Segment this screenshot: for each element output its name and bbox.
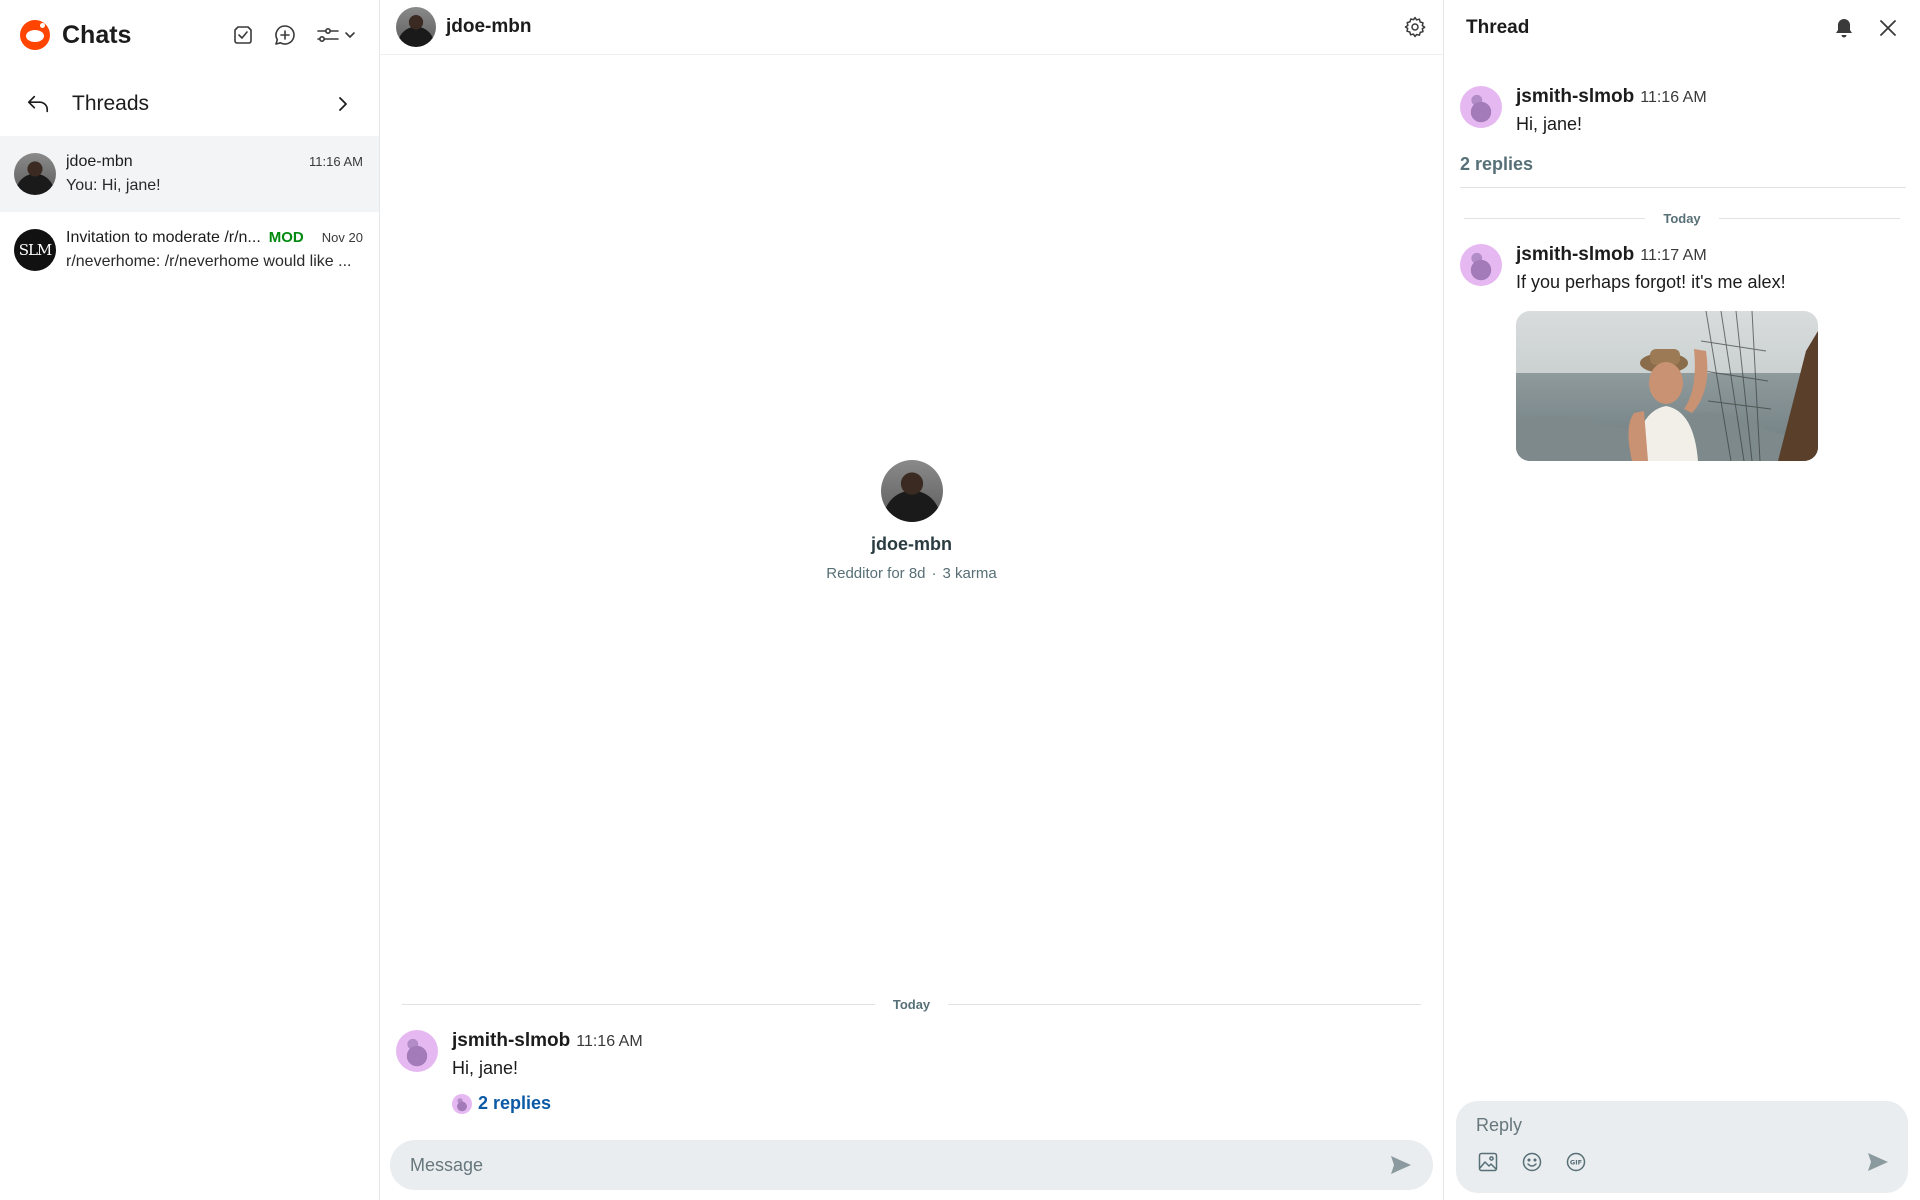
day-divider-label: Today [1663,211,1701,226]
thread-panel: Thread jsmith-slmob 11:16 AM Hi, jane! 2… [1444,0,1920,1200]
message-author[interactable]: jsmith-slmob [452,1030,570,1052]
conversation-header: jdoe-mbn [380,0,1443,55]
sidebar-header: Chats [0,0,379,70]
send-icon[interactable] [1866,1150,1890,1174]
replies-count: 2 replies [478,1093,552,1113]
mark-read-icon[interactable] [231,23,255,47]
profile-meta: Redditor for 8d · 3 karma [380,565,1443,582]
reply-input[interactable] [1476,1115,1890,1136]
chat-sidebar: Chats Threads jdoe-mbn 11:16 AM You: Hi,… [0,0,380,1200]
profile-name[interactable]: jdoe-mbn [380,534,1443,555]
message-author[interactable]: jsmith-slmob [1516,86,1634,108]
thread-reply-message[interactable]: jsmith-slmob 11:17 AM If you perhaps for… [1460,244,1818,461]
thread-title: Thread [1466,16,1530,38]
profile-karma: 3 karma [942,565,997,582]
message-text: Hi, jane! [1516,114,1583,134]
replies-link[interactable]: 2 replies [452,1093,643,1114]
message-input[interactable] [410,1154,1389,1176]
day-divider-label: Today [892,997,931,1012]
day-divider: Today [402,997,1422,1012]
message-author[interactable]: jsmith-slmob [1516,244,1634,266]
avatar[interactable] [396,1030,438,1072]
profile-age: Redditor for 8d [826,565,926,582]
avatar[interactable] [396,7,436,47]
avatar[interactable] [880,460,943,522]
reddit-logo-icon[interactable] [20,20,50,50]
message-time: 11:16 AM [576,1033,643,1050]
message-time: 11:16 AM [1640,89,1707,106]
chat-name: Invitation to moderate /r/n... [66,229,261,246]
message-text: If you perhaps forgot! it's me alex! [1516,272,1786,292]
conversation-panel: jdoe-mbn jdoe-mbn Redditor for 8d · 3 karm… [380,0,1444,1200]
gif-icon[interactable]: GIF [1564,1150,1588,1174]
chat-time: Nov 20 [321,230,363,245]
avatar[interactable] [1460,86,1502,128]
message-item[interactable]: jsmith-slmob 11:16 AM Hi, jane! 2 replie… [396,1030,643,1114]
chat-time: 11:16 AM [309,154,363,169]
chat-name: jdoe-mbn [66,153,133,170]
bell-icon[interactable] [1832,16,1856,40]
sidebar-title: Chats [62,20,132,49]
avatar: SLM [14,229,56,271]
send-icon[interactable] [1389,1153,1413,1177]
filter-icon[interactable] [315,23,359,47]
avatar[interactable] [1460,244,1502,286]
close-icon[interactable] [1876,16,1900,40]
chat-list-item[interactable]: SLM Invitation to moderate /r/n... MOD N… [0,212,379,288]
avatar [14,153,56,195]
message-time: 11:17 AM [1640,247,1707,264]
threads-label: Threads [72,92,150,115]
chat-list-item[interactable]: jdoe-mbn 11:16 AM You: Hi, jane! [0,136,379,212]
profile-card: jdoe-mbn Redditor for 8d · 3 karma [380,460,1443,582]
message-composer [390,1140,1433,1190]
threads-nav-item[interactable]: Threads [0,72,379,136]
svg-text:GIF: GIF [1570,1159,1582,1167]
thread-header: Thread [1444,0,1920,55]
meta-separator: · [931,565,937,582]
back-arrow-icon [26,92,50,116]
new-chat-icon[interactable] [273,23,297,47]
chat-preview: r/neverhome: /r/neverhome would like ... [66,253,352,270]
gear-icon[interactable] [1403,15,1427,39]
chat-preview: You: Hi, jane! [66,177,161,194]
mod-badge: MOD [268,229,304,246]
message-text: Hi, jane! [452,1058,519,1078]
image-icon[interactable] [1476,1150,1500,1174]
sidebar-actions [231,23,359,47]
chevron-right-icon [331,92,355,116]
conversation-title[interactable]: jdoe-mbn [446,16,532,38]
divider [1460,187,1906,188]
thread-parent-message[interactable]: jsmith-slmob 11:16 AM Hi, jane! [1460,86,1707,135]
gif-attachment[interactable] [1516,311,1818,461]
thread-replies-count: 2 replies [1460,154,1534,174]
day-divider: Today [1464,211,1901,226]
reply-composer: GIF [1456,1101,1908,1193]
emoji-icon[interactable] [1520,1150,1544,1174]
avatar [452,1093,472,1114]
